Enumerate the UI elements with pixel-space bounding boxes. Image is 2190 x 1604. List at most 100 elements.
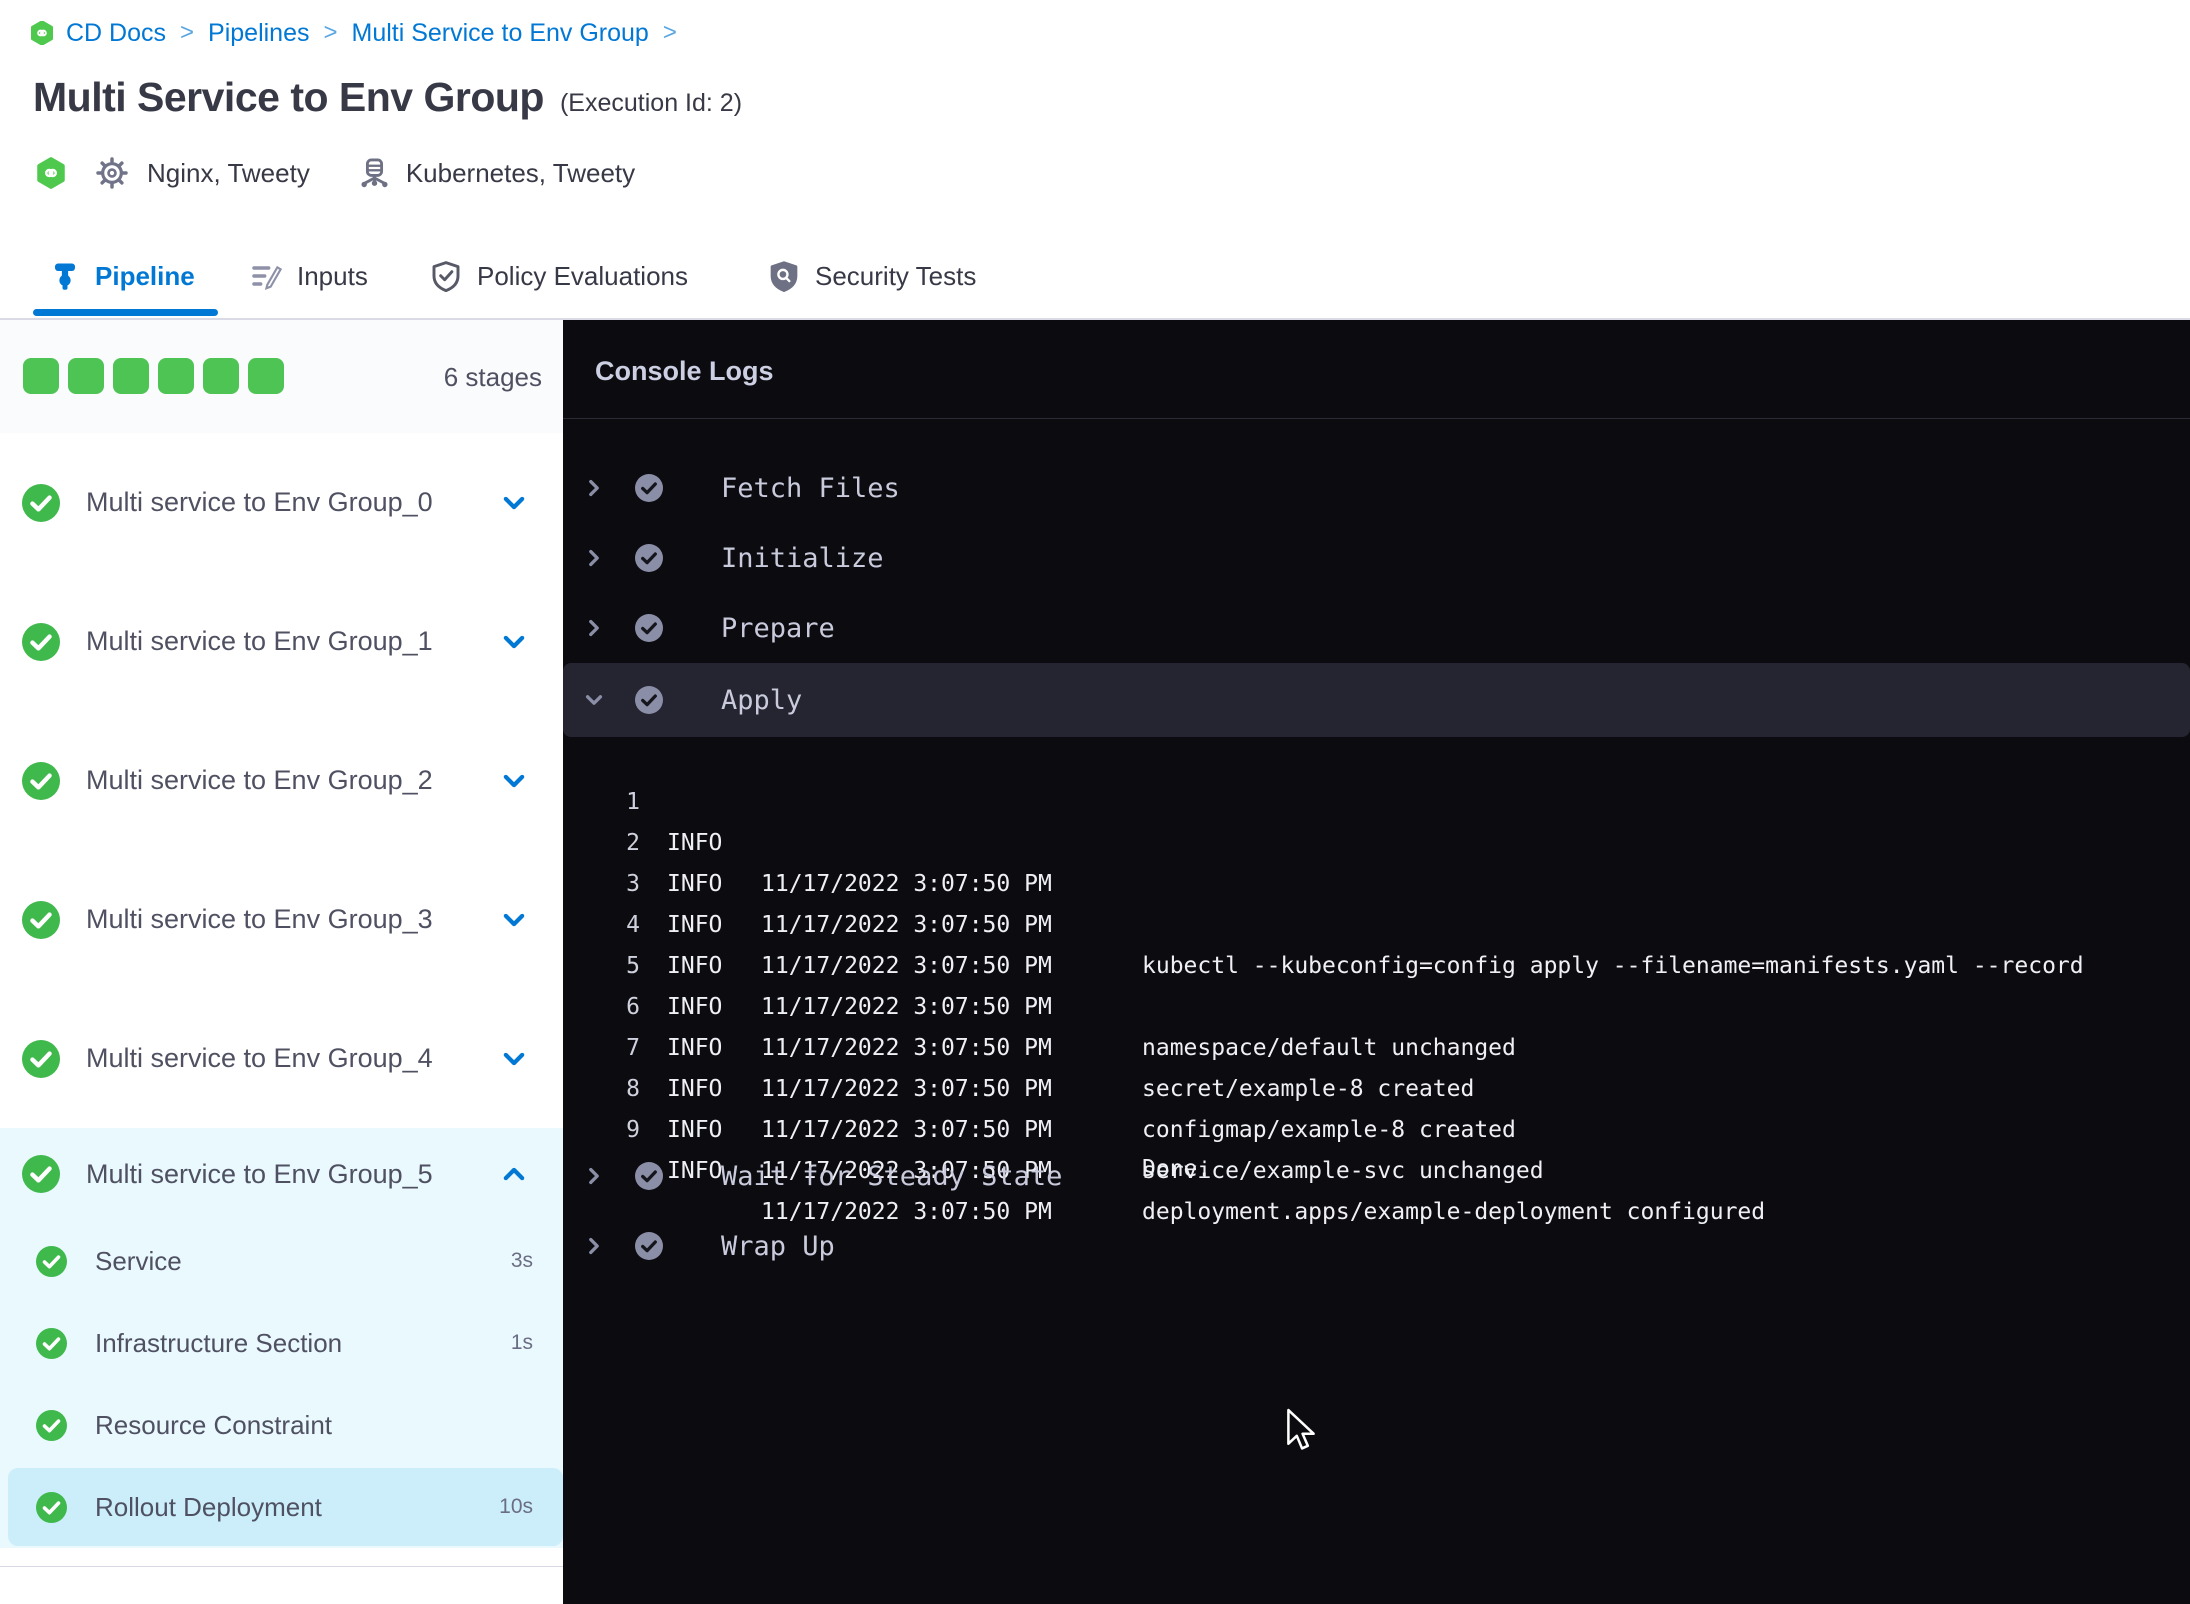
stage-label: Multi service to Env Group_3 [86, 904, 433, 934]
success-check-icon [22, 1040, 60, 1078]
tab-bar: Pipeline Inputs Policy Evaluations Secur… [0, 240, 2190, 320]
step-duration: 10s [499, 1495, 533, 1518]
step-duration: 1s [510, 1331, 533, 1354]
shield-check-icon [432, 261, 460, 292]
success-check-icon [22, 484, 60, 522]
log-line: 8 INFO 11/17/2022 3:07:50 PM deployment.… [563, 1028, 2190, 1225]
stage-row-0[interactable]: Multi service to Env Group_0 [0, 433, 563, 573]
stage-row-5-header[interactable]: Multi service to Env Group_5 [0, 1128, 563, 1220]
log-line: 2 INFO 11/17/2022 3:07:50 PM kubectl --k… [563, 782, 2190, 979]
log-section-label: Wrap Up [721, 1230, 835, 1262]
stage-label: Multi service to Env Group_4 [86, 1043, 433, 1073]
log-section-wrap-up[interactable]: Wrap Up [563, 1224, 2190, 1268]
chevron-up-icon[interactable] [500, 1160, 528, 1188]
chevron-right-icon[interactable] [583, 477, 605, 499]
stage-status-square [113, 358, 149, 394]
step-label: Rollout Deployment [95, 1491, 322, 1522]
chevron-right-icon[interactable] [583, 1235, 605, 1257]
step-label: Service [95, 1245, 182, 1276]
chevron-down-icon[interactable] [500, 489, 528, 517]
breadcrumb-link-pipeline-name[interactable]: Multi Service to Env Group [352, 19, 649, 48]
log-section-apply[interactable]: Apply [563, 678, 2190, 722]
page-title-row: Multi Service to Env Group (Execution Id… [33, 74, 742, 121]
log-section-label: Wait for Steady State [721, 1160, 1063, 1192]
step-success-icon [635, 686, 663, 714]
breadcrumb-separator: > [662, 19, 677, 46]
gear-icon [96, 157, 128, 189]
chevron-down-icon[interactable] [500, 1045, 528, 1073]
harness-logo-icon [31, 21, 53, 45]
log-line: 1 INFO 11/17/2022 3:07:50 PM [563, 741, 2190, 897]
chevron-down-icon[interactable] [500, 628, 528, 656]
tab-policy-evaluations[interactable]: Policy Evaluations [430, 240, 688, 312]
environment-label: Kubernetes, Tweety [405, 157, 636, 188]
shield-scan-icon [770, 261, 798, 292]
success-check-icon [22, 901, 60, 939]
chevron-down-icon[interactable] [500, 767, 528, 795]
breadcrumb-link-project[interactable]: CD Docs [66, 19, 166, 48]
tab-inputs-label: Inputs [297, 260, 368, 291]
step-row-rollout-deployment[interactable]: Rollout Deployment 10s [0, 1466, 563, 1548]
log-section-label: Fetch Files [721, 472, 900, 504]
console-header-divider [563, 418, 2190, 419]
step-row-resource-constraint[interactable]: Resource Constraint [0, 1384, 563, 1466]
console-logs-panel: Console Logs Fetch Files Initialize Prep… [563, 320, 2190, 1604]
stages-summary-header: 6 stages [0, 320, 563, 434]
step-success-icon [635, 1232, 663, 1260]
breadcrumb: CD Docs > Pipelines > Multi Service to E… [30, 14, 679, 52]
log-section-wait-for-steady-state[interactable]: Wait for Steady State [563, 1154, 2190, 1198]
stage-status-square [23, 358, 59, 394]
step-label: Resource Constraint [95, 1409, 332, 1440]
success-check-icon [22, 623, 60, 661]
log-section-initialize[interactable]: Initialize [563, 536, 2190, 580]
stage-status-square [248, 358, 284, 394]
log-section-prepare[interactable]: Prepare [563, 606, 2190, 650]
stage-row-5-expanded: Multi service to Env Group_5 Service 3s … [0, 1128, 563, 1548]
step-success-icon [635, 614, 663, 642]
stage-status-square [68, 358, 104, 394]
inputs-icon [252, 265, 282, 290]
chevron-down-icon[interactable] [500, 906, 528, 934]
log-line: 6 INFO 11/17/2022 3:07:50 PM configmap/e… [563, 946, 2190, 1143]
step-label: Infrastructure Section [95, 1327, 343, 1358]
chevron-right-icon[interactable] [583, 547, 605, 569]
stage-label: Multi service to Env Group_2 [86, 765, 433, 795]
stage-label: Multi service to Env Group_0 [86, 487, 433, 517]
active-tab-underline [33, 309, 218, 316]
stage-status-squares [23, 358, 284, 394]
step-duration: 3s [510, 1249, 533, 1272]
stage-row-3[interactable]: Multi service to Env Group_3 [0, 850, 563, 990]
tab-security-label: Security Tests [815, 260, 977, 291]
success-check-icon [36, 1409, 67, 1441]
stage-label: Multi service to Env Group_1 [86, 626, 433, 656]
page-title: Multi Service to Env Group [33, 74, 544, 120]
breadcrumb-link-pipelines[interactable]: Pipelines [208, 19, 309, 48]
log-section-label: Apply [721, 684, 803, 716]
tab-pipeline-label: Pipeline [95, 260, 195, 291]
chevron-right-icon[interactable] [583, 1165, 605, 1187]
chevron-right-icon[interactable] [583, 617, 605, 639]
step-row-service[interactable]: Service 3s [0, 1220, 563, 1302]
success-check-icon [22, 1155, 60, 1193]
stage-row-4[interactable]: Multi service to Env Group_4 [0, 989, 563, 1129]
chevron-down-icon[interactable] [583, 689, 605, 711]
stage-count-label: 6 stages [443, 362, 542, 392]
step-row-infrastructure[interactable]: Infrastructure Section 1s [0, 1302, 563, 1384]
step-success-icon [635, 1162, 663, 1190]
log-section-fetch-files[interactable]: Fetch Files [563, 466, 2190, 510]
stage-status-square [203, 358, 239, 394]
tab-policy-label: Policy Evaluations [477, 260, 688, 291]
tab-pipeline[interactable]: Pipeline [50, 240, 195, 312]
tab-inputs[interactable]: Inputs [250, 240, 368, 312]
stage-row-2[interactable]: Multi service to Env Group_2 [0, 711, 563, 851]
execution-id: (Execution Id: 2) [559, 89, 743, 117]
stage-row-1[interactable]: Multi service to Env Group_1 [0, 572, 563, 712]
breadcrumb-separator: > [180, 19, 195, 46]
stage-label: Multi service to Env Group_5 [86, 1158, 433, 1189]
log-section-label: Initialize [721, 542, 884, 574]
success-check-icon [22, 762, 60, 800]
success-check-icon [36, 1491, 67, 1523]
sidebar-bottom-divider [0, 1566, 563, 1567]
console-logs-title: Console Logs [595, 356, 774, 386]
tab-security-tests[interactable]: Security Tests [768, 240, 976, 312]
